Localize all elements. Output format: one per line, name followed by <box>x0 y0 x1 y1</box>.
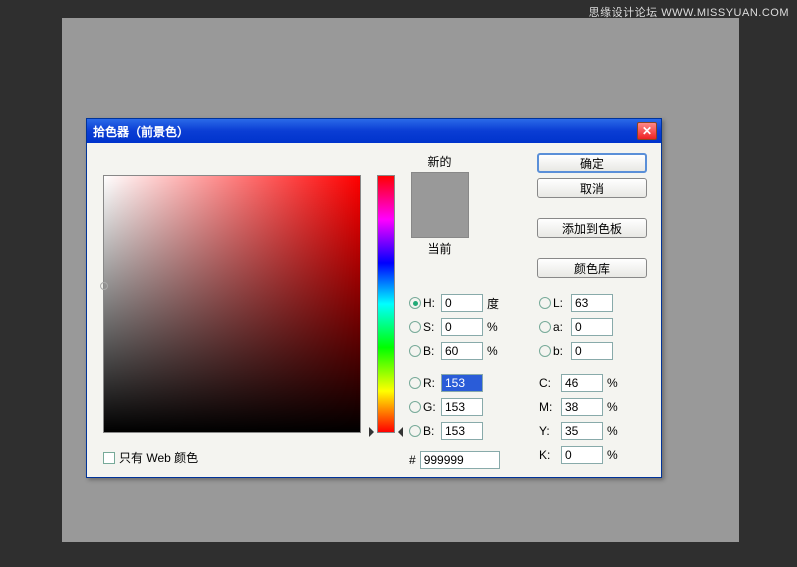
input-y[interactable] <box>561 422 603 440</box>
label-b-lab: b: <box>553 344 571 358</box>
label-c: C: <box>539 376 561 390</box>
unit-h: 度 <box>487 295 505 312</box>
current-color-label: 当前 <box>407 240 472 257</box>
input-b-rgb[interactable] <box>441 422 483 440</box>
unit-c: % <box>607 376 625 390</box>
dialog-title: 拾色器（前景色） <box>93 123 637 140</box>
close-icon: ✕ <box>642 124 652 138</box>
color-value-fields: H: 度 L: S: % <box>409 291 659 467</box>
input-b-hsb[interactable] <box>441 342 483 360</box>
unit-m: % <box>607 400 625 414</box>
unit-y: % <box>607 424 625 438</box>
color-libraries-button[interactable]: 颜色库 <box>537 258 647 278</box>
radio-b-lab[interactable] <box>539 345 551 357</box>
sb-picker-indicator <box>100 282 108 290</box>
color-picker-dialog: 拾色器（前景色） ✕ 新的 当前 确定 取消 添加到色板 颜 <box>86 118 662 478</box>
input-l[interactable] <box>571 294 613 312</box>
titlebar[interactable]: 拾色器（前景色） ✕ <box>87 119 661 143</box>
radio-s[interactable] <box>409 321 421 333</box>
input-c[interactable] <box>561 374 603 392</box>
close-button[interactable]: ✕ <box>637 122 657 140</box>
input-h[interactable] <box>441 294 483 312</box>
label-b-rgb: B: <box>423 424 441 438</box>
label-k: K: <box>539 448 561 462</box>
add-to-swatches-button[interactable]: 添加到色板 <box>537 218 647 238</box>
label-m: M: <box>539 400 561 414</box>
label-s: S: <box>423 320 441 334</box>
radio-a[interactable] <box>539 321 551 333</box>
input-k[interactable] <box>561 446 603 464</box>
input-hex[interactable] <box>420 451 500 469</box>
label-h: H: <box>423 296 441 310</box>
radio-l[interactable] <box>539 297 551 309</box>
radio-b-hsb[interactable] <box>409 345 421 357</box>
web-only-label: 只有 Web 颜色 <box>119 449 198 466</box>
saturation-brightness-field[interactable] <box>103 175 361 433</box>
label-l: L: <box>553 296 571 310</box>
web-colors-only[interactable]: 只有 Web 颜色 <box>103 449 198 466</box>
label-b-hsb: B: <box>423 344 441 358</box>
color-swatch[interactable] <box>411 172 469 238</box>
label-r: R: <box>423 376 441 390</box>
new-color-label: 新的 <box>407 153 472 170</box>
radio-h[interactable] <box>409 297 421 309</box>
label-g: G: <box>423 400 441 414</box>
unit-k: % <box>607 448 625 462</box>
ok-button[interactable]: 确定 <box>537 153 647 173</box>
app-frame: 思缘设计论坛 WWW.MISSYUAN.COM 拾色器（前景色） ✕ 新的 当前… <box>0 0 797 567</box>
unit-s: % <box>487 320 505 334</box>
dialog-content: 新的 当前 确定 取消 添加到色板 颜色库 H: 度 <box>87 143 661 477</box>
checkbox-web-only[interactable] <box>103 452 115 464</box>
hue-slider-thumb[interactable] <box>371 427 401 437</box>
unit-b-hsb: % <box>487 344 505 358</box>
radio-b-rgb[interactable] <box>409 425 421 437</box>
hex-prefix: # <box>409 453 416 467</box>
hex-row: # <box>409 451 500 469</box>
label-a: a: <box>553 320 571 334</box>
hue-slider[interactable] <box>377 175 395 433</box>
label-y: Y: <box>539 424 561 438</box>
input-b-lab[interactable] <box>571 342 613 360</box>
input-m[interactable] <box>561 398 603 416</box>
radio-g[interactable] <box>409 401 421 413</box>
input-a[interactable] <box>571 318 613 336</box>
radio-r[interactable] <box>409 377 421 389</box>
input-s[interactable] <box>441 318 483 336</box>
color-swatch-block: 新的 当前 <box>407 153 472 257</box>
input-g[interactable] <box>441 398 483 416</box>
input-r[interactable] <box>441 374 483 392</box>
cancel-button[interactable]: 取消 <box>537 178 647 198</box>
dialog-buttons: 确定 取消 添加到色板 颜色库 <box>537 153 647 278</box>
